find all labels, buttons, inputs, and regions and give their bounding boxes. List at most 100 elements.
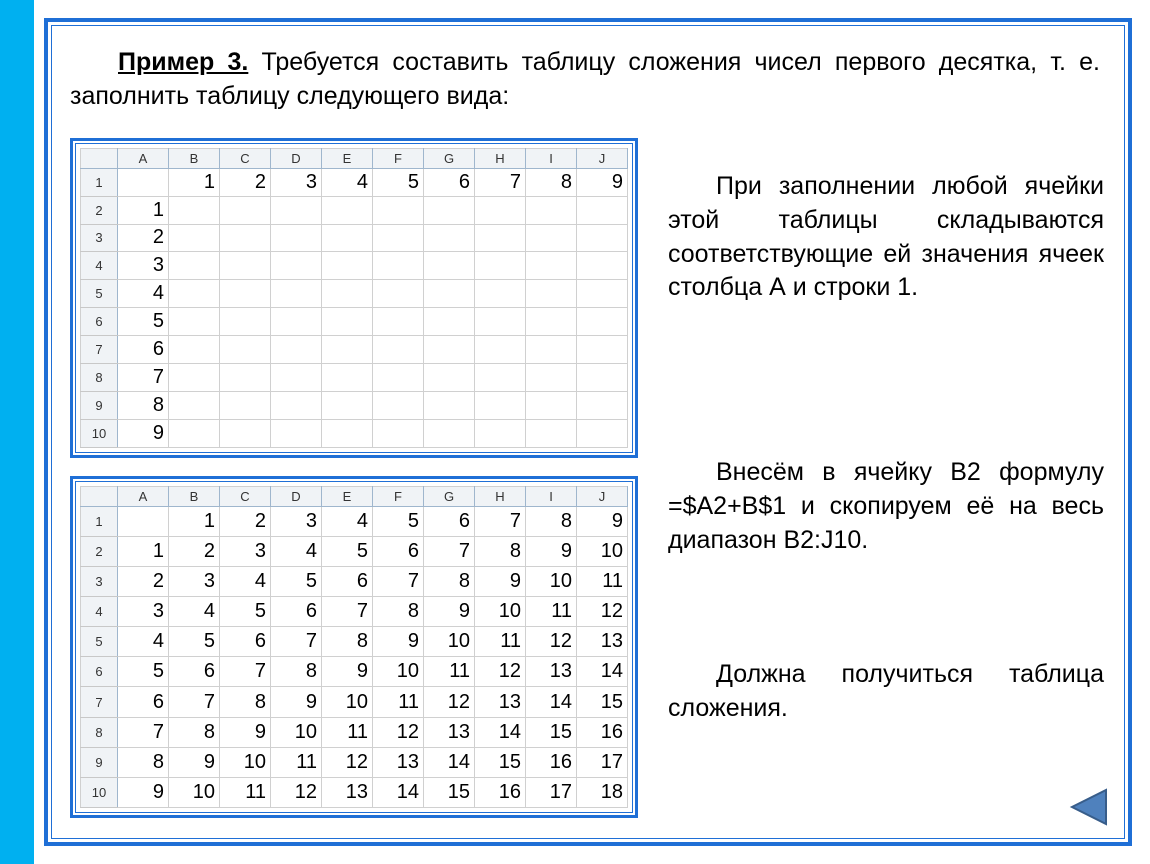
cell: [271, 364, 322, 392]
cell: 6: [424, 168, 475, 196]
cell: [373, 392, 424, 420]
cell: 10: [424, 627, 475, 657]
cell: 8: [526, 506, 577, 536]
cell: 7: [271, 627, 322, 657]
cell: 2: [118, 224, 169, 252]
cell: 8: [118, 747, 169, 777]
column-header: G: [424, 487, 475, 507]
cell: [577, 364, 628, 392]
cell: [424, 280, 475, 308]
cell: 12: [526, 627, 577, 657]
cell: [220, 280, 271, 308]
cell: 11: [475, 627, 526, 657]
row-header: 9: [81, 392, 118, 420]
cell: 9: [118, 419, 169, 447]
column-header: H: [475, 487, 526, 507]
row-header: 10: [81, 777, 118, 807]
triangle-left-icon: [1066, 786, 1114, 828]
cell: 8: [322, 627, 373, 657]
column-header: B: [169, 487, 220, 507]
cell: 8: [220, 687, 271, 717]
cell: [220, 392, 271, 420]
cell: 13: [526, 657, 577, 687]
cell: 16: [526, 747, 577, 777]
cell: 12: [424, 687, 475, 717]
cell: [424, 336, 475, 364]
cell: 12: [271, 777, 322, 807]
cell: 4: [220, 566, 271, 596]
cell: [169, 196, 220, 224]
cell: 6: [169, 657, 220, 687]
cell: [424, 419, 475, 447]
cell: [475, 419, 526, 447]
cell: 11: [271, 747, 322, 777]
cell: 12: [577, 597, 628, 627]
cell: [475, 224, 526, 252]
cell: 9: [577, 506, 628, 536]
left-accent-bar: [0, 0, 34, 864]
row-header: 3: [81, 566, 118, 596]
cell: [220, 336, 271, 364]
cell: 16: [577, 717, 628, 747]
cell: 10: [169, 777, 220, 807]
column-header: J: [577, 149, 628, 169]
cell: [526, 336, 577, 364]
cell: 14: [424, 747, 475, 777]
cell: 7: [118, 717, 169, 747]
cell: 5: [373, 168, 424, 196]
cell: 3: [118, 252, 169, 280]
cell: [322, 252, 373, 280]
cell: [526, 196, 577, 224]
cell: [526, 252, 577, 280]
intro-paragraph: Пример 3. Требуется составить таблицу сл…: [70, 46, 1100, 114]
cell: 4: [271, 536, 322, 566]
cell: 6: [118, 336, 169, 364]
cell: 3: [271, 168, 322, 196]
cell: 7: [118, 364, 169, 392]
cell: 6: [220, 627, 271, 657]
cell: 11: [220, 777, 271, 807]
cell: [577, 224, 628, 252]
cell: [271, 280, 322, 308]
cell: 5: [220, 597, 271, 627]
row-header: 4: [81, 597, 118, 627]
cell: [322, 364, 373, 392]
cell: [169, 224, 220, 252]
cell: [526, 419, 577, 447]
cell: [169, 392, 220, 420]
example-title: Пример 3.: [118, 48, 248, 76]
cell: 6: [271, 597, 322, 627]
cell: [271, 252, 322, 280]
column-header: A: [118, 487, 169, 507]
cell: [322, 280, 373, 308]
cell: 13: [373, 747, 424, 777]
cell: [169, 280, 220, 308]
back-button[interactable]: [1066, 786, 1114, 828]
spreadsheet-empty: ABCDEFGHIJ11234567892132435465768798109: [70, 138, 638, 458]
cell: [526, 224, 577, 252]
cell: [322, 336, 373, 364]
cell: 1: [118, 536, 169, 566]
cell: 15: [475, 747, 526, 777]
cell: 10: [373, 657, 424, 687]
cell: 11: [526, 597, 577, 627]
cell: 9: [526, 536, 577, 566]
cell: 2: [220, 506, 271, 536]
cell: 8: [271, 657, 322, 687]
row-header: 8: [81, 364, 118, 392]
column-header: F: [373, 149, 424, 169]
cell: 6: [118, 687, 169, 717]
spreadsheet-filled: ABCDEFGHIJ112345678921234567891032345678…: [70, 476, 638, 818]
cell: 2: [118, 566, 169, 596]
cell: 3: [169, 566, 220, 596]
paragraph-2-text: Внесём в ячейку В2 формулу =$A2+B$1 и ск…: [668, 458, 1104, 554]
cell: 8: [475, 536, 526, 566]
cell: 15: [577, 687, 628, 717]
cell: 5: [169, 627, 220, 657]
cell: 10: [220, 747, 271, 777]
cell: [220, 419, 271, 447]
cell: 17: [577, 747, 628, 777]
cell: 5: [373, 506, 424, 536]
row-header: 6: [81, 308, 118, 336]
cell: 10: [577, 536, 628, 566]
